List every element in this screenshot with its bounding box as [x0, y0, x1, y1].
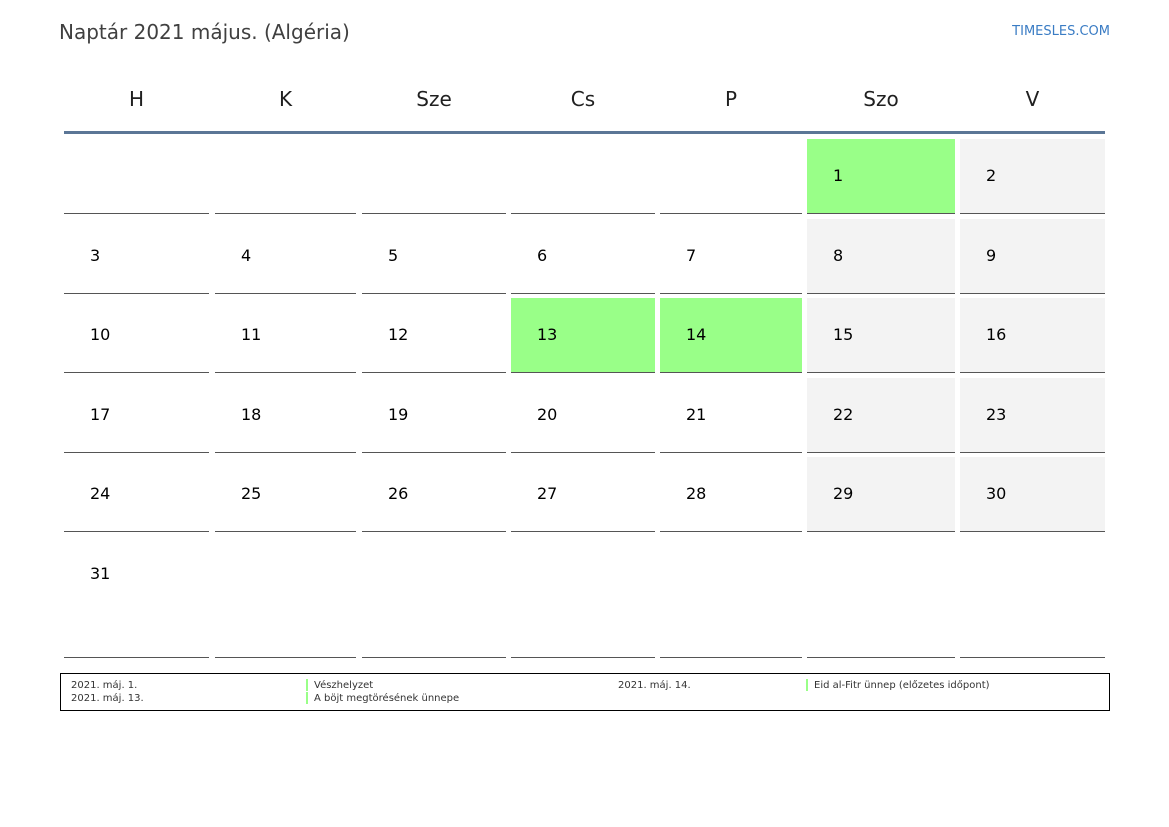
day-number: 5	[388, 246, 399, 265]
day-cell[interactable]: 5	[362, 219, 506, 294]
day-cell[interactable]: 24	[64, 457, 209, 532]
day-number: 28	[686, 484, 707, 503]
day-cell[interactable]: 30	[960, 457, 1105, 532]
day-cell[interactable]: 17	[64, 378, 209, 453]
day-cell[interactable]: 23	[960, 378, 1105, 453]
day-cell[interactable]: 8	[807, 219, 955, 294]
day-cell[interactable]: 7	[660, 219, 802, 294]
weekday-header: Sze	[416, 87, 452, 111]
legend-color-marker	[306, 692, 308, 704]
day-cell[interactable]: 6	[511, 219, 655, 294]
day-number: 30	[986, 484, 1007, 503]
day-number: 12	[388, 325, 409, 344]
weekday-header: K	[278, 87, 293, 111]
empty-day-cell	[64, 139, 209, 214]
legend-holiday-name: Vészhelyzet	[314, 680, 374, 691]
day-number: 1	[833, 166, 844, 185]
legend-holiday-name: Eid al-Fitr ünnep (előzetes időpont)	[814, 680, 990, 691]
day-number: 13	[537, 325, 558, 344]
day-number: 20	[537, 405, 558, 424]
holiday-legend: 2021. máj. 1. Vészhelyzet 2021. máj. 13.…	[60, 673, 1110, 711]
day-number: 31	[90, 564, 111, 583]
day-number: 2	[986, 166, 997, 185]
empty-day-cell	[511, 537, 655, 658]
legend-date: 2021. máj. 1.	[71, 680, 138, 691]
weekday-header: V	[1025, 87, 1040, 111]
day-number: 8	[833, 246, 844, 265]
day-number: 14	[686, 325, 707, 344]
empty-day-cell	[362, 139, 506, 214]
empty-day-cell	[660, 139, 802, 214]
empty-day-cell	[807, 537, 955, 658]
page-title: Naptár 2021 május. (Algéria)	[59, 20, 350, 44]
day-number: 9	[986, 246, 997, 265]
day-number: 3	[90, 246, 101, 265]
empty-day-cell	[660, 537, 802, 658]
day-cell[interactable]: 16	[960, 298, 1105, 373]
legend-date: 2021. máj. 13.	[71, 693, 144, 704]
day-cell[interactable]: 21	[660, 378, 802, 453]
day-cell[interactable]: 28	[660, 457, 802, 532]
day-number: 4	[241, 246, 252, 265]
empty-day-cell	[960, 537, 1105, 658]
holiday-day-cell[interactable]: 13	[511, 298, 655, 373]
day-number: 27	[537, 484, 558, 503]
day-cell[interactable]: 22	[807, 378, 955, 453]
brand-link[interactable]: TIMESLES.COM	[1012, 24, 1110, 39]
day-cell[interactable]: 25	[215, 457, 356, 532]
day-number: 17	[90, 405, 111, 424]
weekday-header: Szo	[863, 87, 899, 111]
day-number: 29	[833, 484, 854, 503]
day-number: 22	[833, 405, 854, 424]
day-number: 10	[90, 325, 111, 344]
day-number: 23	[986, 405, 1007, 424]
day-number: 26	[388, 484, 409, 503]
day-number: 15	[833, 325, 854, 344]
day-cell[interactable]: 11	[215, 298, 356, 373]
empty-day-cell	[362, 537, 506, 658]
day-number: 21	[686, 405, 707, 424]
day-cell[interactable]: 27	[511, 457, 655, 532]
empty-day-cell	[511, 139, 655, 214]
day-cell[interactable]: 2	[960, 139, 1105, 214]
day-cell[interactable]: 19	[362, 378, 506, 453]
day-cell[interactable]: 12	[362, 298, 506, 373]
day-number: 25	[241, 484, 262, 503]
day-number: 24	[90, 484, 111, 503]
day-cell[interactable]: 15	[807, 298, 955, 373]
day-cell[interactable]: 3	[64, 219, 209, 294]
day-cell[interactable]: 4	[215, 219, 356, 294]
empty-day-cell	[215, 537, 356, 658]
legend-color-marker	[806, 679, 808, 691]
legend-date: 2021. máj. 14.	[618, 680, 691, 691]
day-number: 16	[986, 325, 1007, 344]
day-cell[interactable]: 31	[64, 537, 209, 658]
weekday-header: Cs	[570, 87, 596, 111]
weekday-header: P	[724, 87, 738, 111]
day-number: 11	[241, 325, 262, 344]
day-cell[interactable]: 29	[807, 457, 955, 532]
day-cell[interactable]: 9	[960, 219, 1105, 294]
holiday-day-cell[interactable]: 14	[660, 298, 802, 373]
day-cell[interactable]: 26	[362, 457, 506, 532]
day-number: 7	[686, 246, 697, 265]
day-cell[interactable]: 18	[215, 378, 356, 453]
empty-day-cell	[215, 139, 356, 214]
day-number: 6	[537, 246, 548, 265]
holiday-day-cell[interactable]: 1	[807, 139, 955, 214]
header-divider	[64, 131, 1105, 134]
legend-color-marker	[306, 679, 308, 691]
legend-holiday-name: A böjt megtörésének ünnepe	[314, 693, 460, 704]
weekday-header: H	[128, 87, 145, 111]
day-number: 18	[241, 405, 262, 424]
day-number: 19	[388, 405, 409, 424]
day-cell[interactable]: 20	[511, 378, 655, 453]
day-cell[interactable]: 10	[64, 298, 209, 373]
